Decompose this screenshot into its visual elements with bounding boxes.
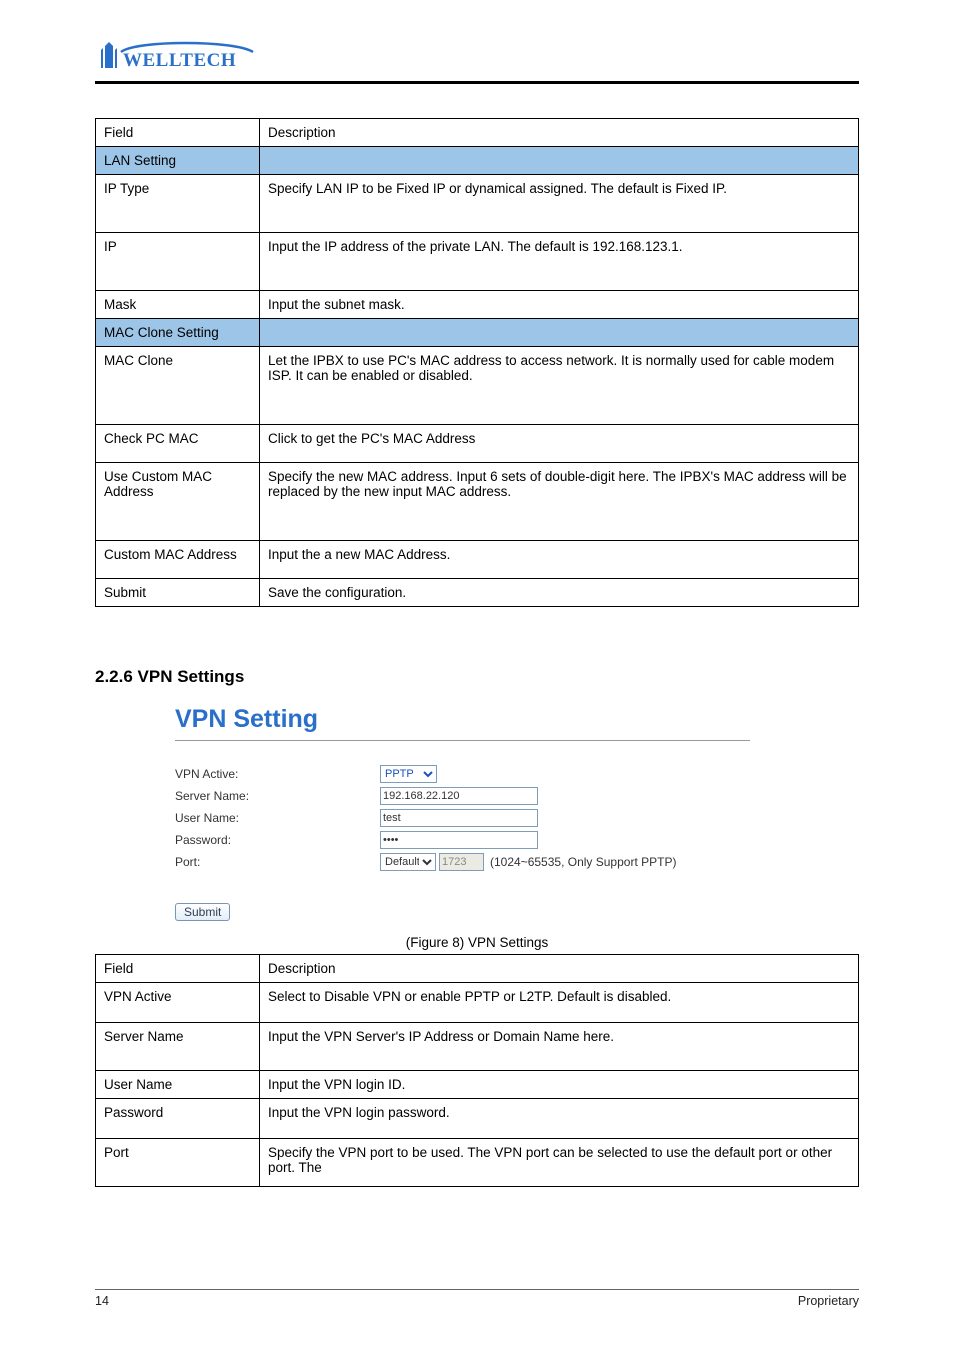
table-cell: Input the IP address of the private LAN.… xyxy=(260,233,859,291)
vpn-active-select[interactable]: PPTP xyxy=(380,765,437,783)
table-cell: Click to get the PC's MAC Address xyxy=(260,425,859,463)
table-cell: Input the VPN login ID. xyxy=(260,1071,859,1099)
table-cell: Specify the new MAC address. Input 6 set… xyxy=(260,463,859,541)
table-cell: Input the subnet mask. xyxy=(260,291,859,319)
submit-button[interactable]: Submit xyxy=(175,903,230,921)
server-name-label: Server Name: xyxy=(175,789,380,803)
table-cell xyxy=(260,319,859,347)
table-cell: Submit xyxy=(96,579,260,607)
vpn-form: VPN Active: PPTP Server Name: User Name:… xyxy=(175,763,859,921)
vpn-heading: VPN Setting xyxy=(175,705,750,741)
table-cell: Input the VPN login password. xyxy=(260,1099,859,1139)
port-value-input xyxy=(439,853,484,871)
table-cell: Mask xyxy=(96,291,260,319)
table-cell: LAN Setting xyxy=(96,147,260,175)
table-cell: MAC Clone xyxy=(96,347,260,425)
table-cell xyxy=(260,147,859,175)
table-cell: Save the configuration. xyxy=(260,579,859,607)
table-cell: Select to Disable VPN or enable PPTP or … xyxy=(260,983,859,1023)
table-cell: Input the VPN Server's IP Address or Dom… xyxy=(260,1023,859,1071)
server-name-input[interactable] xyxy=(380,787,538,805)
table-cell: Server Name xyxy=(96,1023,260,1071)
user-name-label: User Name: xyxy=(175,811,380,825)
section-heading: 2.2.6 VPN Settings xyxy=(95,667,859,687)
vpn-fields-table: FieldDescriptionVPN ActiveSelect to Disa… xyxy=(95,954,859,1187)
table-cell: Use Custom MAC Address xyxy=(96,463,260,541)
table-cell: Description xyxy=(260,955,859,983)
table-cell: Password xyxy=(96,1099,260,1139)
port-note: (1024~65535, Only Support PPTP) xyxy=(490,855,676,869)
page-number: 14 xyxy=(95,1294,109,1308)
page-footer: 14 Proprietary xyxy=(95,1289,859,1308)
lan-settings-table: FieldDescriptionLAN SettingIP TypeSpecif… xyxy=(95,118,859,607)
port-label: Port: xyxy=(175,855,380,869)
user-name-input[interactable] xyxy=(380,809,538,827)
table-cell: Field xyxy=(96,955,260,983)
brand-text: WELLTECH xyxy=(123,50,236,71)
password-input[interactable] xyxy=(380,831,538,849)
table-cell: Specify the VPN port to be used. The VPN… xyxy=(260,1139,859,1187)
table-cell: Port xyxy=(96,1139,260,1187)
table-cell: Input the a new MAC Address. xyxy=(260,541,859,579)
password-label: Password: xyxy=(175,833,380,847)
header-divider xyxy=(95,81,859,84)
figure-caption: (Figure 8) VPN Settings xyxy=(95,935,859,950)
table-cell: Custom MAC Address xyxy=(96,541,260,579)
vpn-active-label: VPN Active: xyxy=(175,767,380,781)
table-cell: MAC Clone Setting xyxy=(96,319,260,347)
table-cell: Field xyxy=(96,119,260,147)
table-cell: Description xyxy=(260,119,859,147)
table-cell: Let the IPBX to use PC's MAC address to … xyxy=(260,347,859,425)
table-cell: IP xyxy=(96,233,260,291)
table-cell: Check PC MAC xyxy=(96,425,260,463)
table-cell: IP Type xyxy=(96,175,260,233)
vpn-figure: VPN Setting VPN Active: PPTP Server Name… xyxy=(175,705,859,921)
table-cell: User Name xyxy=(96,1071,260,1099)
table-cell: VPN Active xyxy=(96,983,260,1023)
port-mode-select[interactable]: Default xyxy=(380,853,436,871)
footer-label: Proprietary xyxy=(798,1294,859,1308)
brand-logo: WELLTECH xyxy=(95,38,255,74)
table-cell: Specify LAN IP to be Fixed IP or dynamic… xyxy=(260,175,859,233)
